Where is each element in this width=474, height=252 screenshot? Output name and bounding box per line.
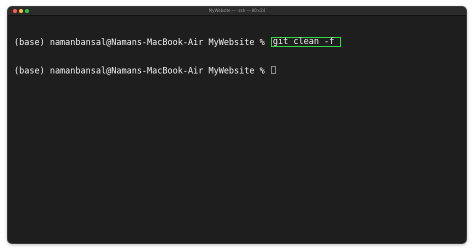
- terminal-line-2: (base) namanbansal@Namans-MacBook-Air My…: [14, 65, 462, 77]
- terminal-line-1: (base) namanbansal@Namans-MacBook-Air My…: [14, 37, 462, 48]
- title-bar: MyWebsite — -zsh — 80×24: [8, 7, 466, 16]
- terminal-window: MyWebsite — -zsh — 80×24 (base) namanban…: [7, 6, 467, 244]
- shell-prompt: (base) namanbansal@Namans-MacBook-Air My…: [14, 66, 270, 76]
- highlighted-command: git clean -f: [270, 37, 342, 47]
- terminal-output[interactable]: (base) namanbansal@Namans-MacBook-Air My…: [14, 19, 462, 239]
- window-title: MyWebsite — -zsh — 80×24: [208, 8, 266, 13]
- shell-prompt: (base) namanbansal@Namans-MacBook-Air My…: [14, 38, 270, 48]
- text-cursor: [270, 65, 276, 74]
